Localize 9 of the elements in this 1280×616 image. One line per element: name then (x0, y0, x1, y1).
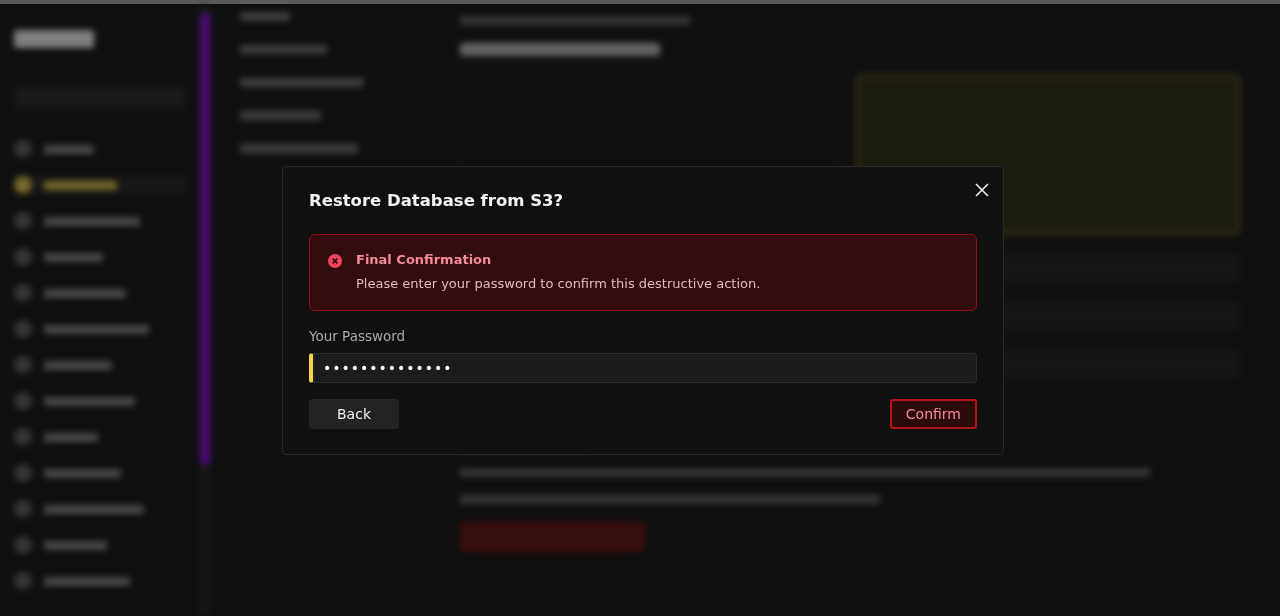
close-icon[interactable] (975, 182, 989, 197)
dialog-title: Restore Database from S3? (309, 191, 564, 210)
alert-title: Final Confirmation (356, 252, 493, 267)
field-label: Your Password (309, 328, 407, 344)
error-icon (328, 254, 342, 268)
back-button[interactable]: Back (309, 399, 399, 429)
password-field[interactable]: •••••••••••••• (309, 353, 977, 383)
alert-message: Please enter your password to confirm this destructive action. (356, 276, 761, 291)
confirm-button[interactable]: Confirm (889, 399, 977, 429)
